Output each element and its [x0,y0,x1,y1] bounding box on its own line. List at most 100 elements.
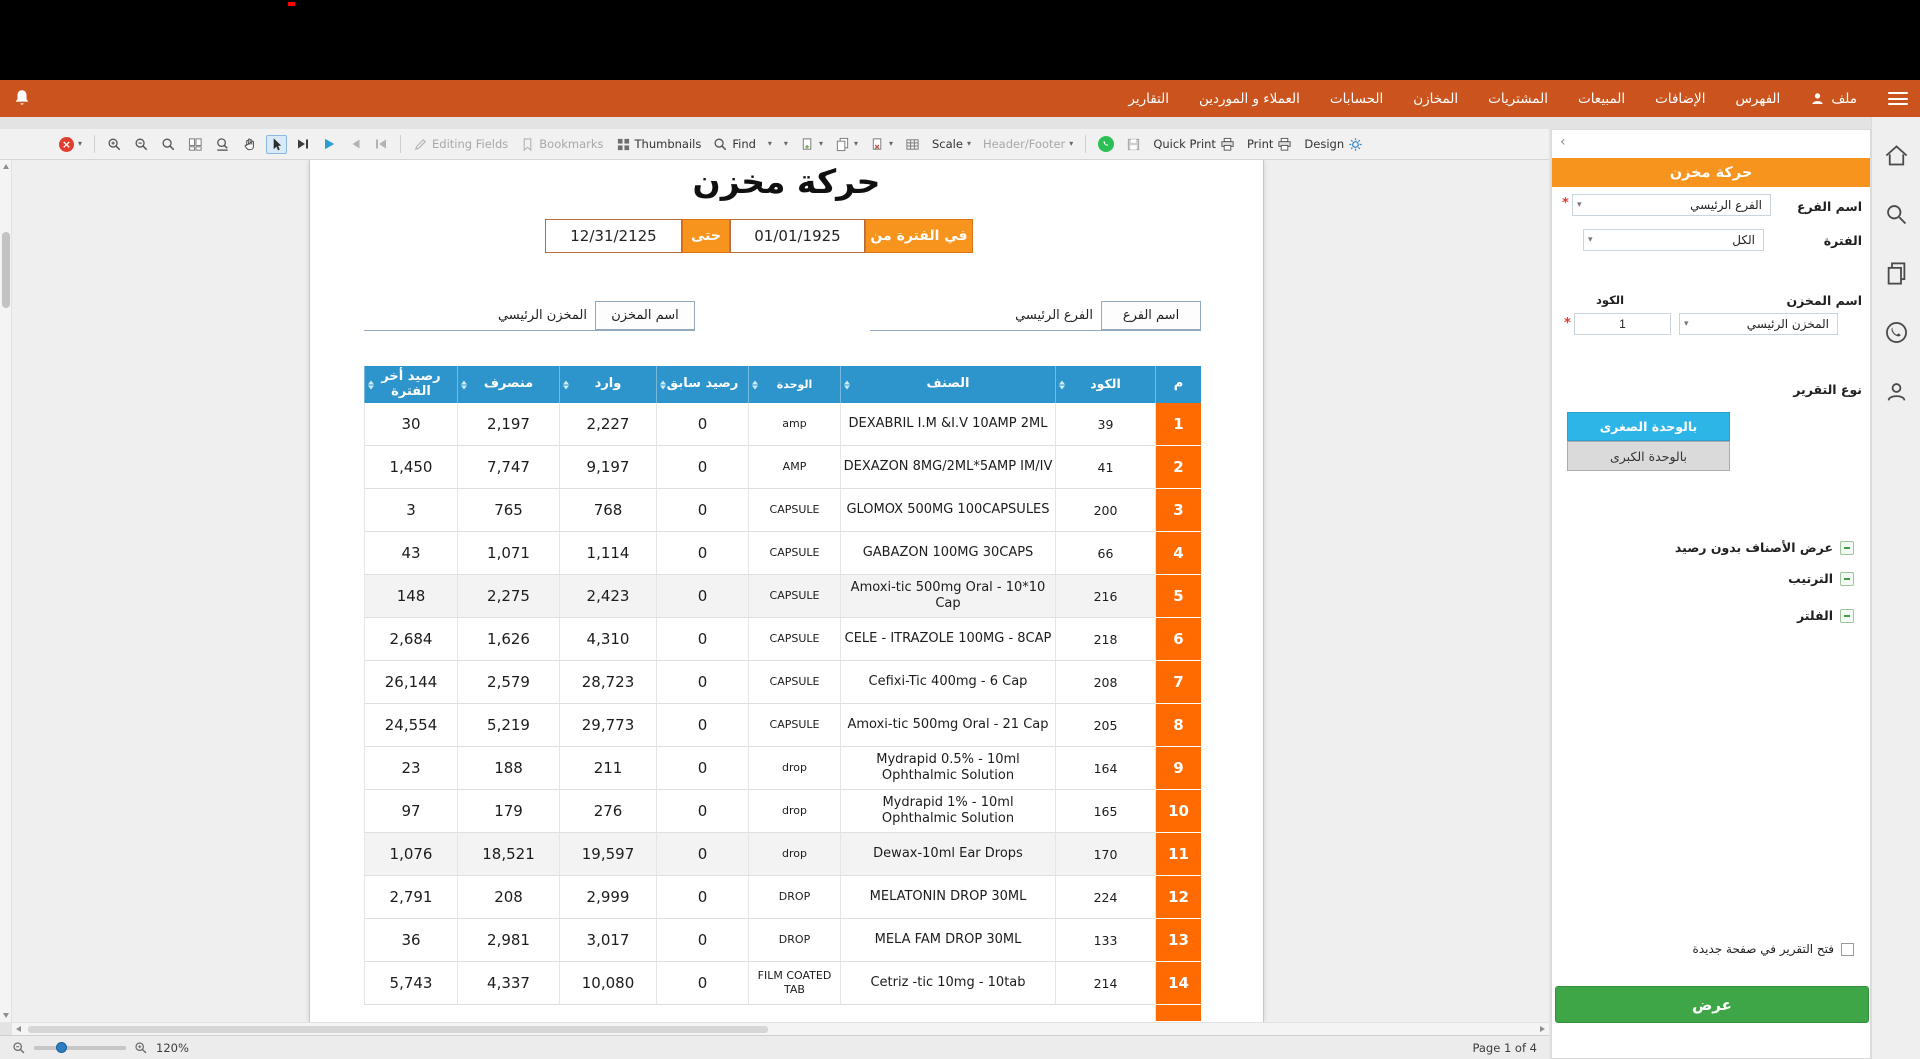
zoom-in-icon[interactable] [134,1041,148,1055]
next-page-button[interactable] [293,135,313,153]
open-new-page-checkbox[interactable] [1841,943,1854,956]
home-icon [1883,142,1910,169]
table-row: 10165Mydrapid 1% - 10ml Ophthalmic Solut… [364,790,1201,833]
scroll-down-arrow[interactable] [3,1013,9,1018]
menu-item-reports[interactable]: التقارير [1113,80,1184,117]
new-page-button[interactable]: ▾ [797,135,826,154]
menu-item-file[interactable]: ملف [1795,80,1872,117]
quick-print-button[interactable]: Quick Print [1150,135,1238,154]
tab-branch-name[interactable]: اسم الفرع [1101,301,1201,330]
cell-prev_balance: 0 [656,790,748,833]
print-label: Print [1247,137,1273,151]
column-header-num[interactable]: م [1155,366,1201,403]
save-floppy-icon [1126,137,1141,152]
find-button[interactable]: Find [710,135,759,154]
column-header-label: الصنف [927,377,970,392]
menu-item-accounts[interactable]: الحسابات [1315,80,1398,117]
copy-page-button[interactable]: ▾ [832,135,861,154]
code-input[interactable] [1574,313,1671,335]
zoom-slider[interactable] [34,1046,126,1050]
first-page-button[interactable] [371,135,391,153]
zoom-out-button[interactable] [131,135,152,154]
documents-button[interactable] [1883,260,1910,287]
column-header-item[interactable]: الصنف [840,366,1055,403]
close-preview-button[interactable]: × ▾ [56,135,85,154]
zoom-in-button[interactable] [104,135,125,154]
column-header-incoming[interactable]: وارد [559,366,656,403]
cell-outgoing: 7,747 [457,446,559,489]
tab-warehouse-name[interactable]: اسم المخزن [595,301,695,330]
branch-select[interactable]: الفرع الرئيسي ▾ [1572,194,1771,216]
report-canvas: حركة مخزن في الفترة من 01/01/1925 حتى 12… [12,160,1549,1022]
previous-page-button[interactable] [345,135,365,153]
menu-item-index[interactable]: الفهرس [1720,80,1795,117]
menu-item-label: ملف [1831,91,1857,107]
scale-label: Scale [932,137,963,151]
page-options-caret-button[interactable]: ▾ [781,138,791,150]
menu-item-addons[interactable]: الإضافات [1640,80,1720,117]
zoom-tool-button[interactable] [158,135,179,154]
zoom-out-icon[interactable] [12,1041,26,1055]
cell-num [1155,1005,1201,1022]
menu-item-label: المشتريات [1488,91,1548,107]
run-report-button[interactable] [319,135,339,153]
warehouse-select[interactable]: المخزن الرئيسي ▾ [1679,313,1838,335]
scroll-right-arrow[interactable] [1540,1026,1545,1032]
cell-item: GLOMOX 500MG 100CAPSULES [840,489,1055,532]
panel-collapse-chevron[interactable]: › [1560,134,1566,150]
header-footer-button[interactable]: Header/Footer ▾ [980,135,1076,153]
select-tool-button[interactable] [266,135,287,154]
column-header-end_balance[interactable]: رصيد أخر الفترة [364,366,457,403]
whatsapp-button[interactable] [1883,319,1910,346]
whatsapp-share-button[interactable] [1095,134,1117,154]
period-select[interactable]: الكل ▾ [1583,229,1764,251]
collapse-toggle-icon[interactable] [1840,541,1854,555]
cell-end_balance: 43 [364,532,457,575]
menu-item-clients-suppliers[interactable]: العملاء و الموردين [1184,80,1315,117]
collapse-toggle-icon[interactable] [1840,609,1854,623]
cell-incoming: 10,080 [559,962,656,1005]
column-header-code[interactable]: الكود [1055,366,1155,403]
small-unit-button[interactable]: بالوحدة الصغرى [1567,412,1730,441]
bookmarks-button[interactable]: Bookmarks [517,135,606,154]
table-grid-button[interactable] [902,135,923,154]
show-report-button[interactable]: عرض [1555,986,1869,1023]
save-button[interactable] [1123,135,1144,154]
menu-item-warehouses[interactable]: المخازن [1398,80,1473,117]
column-header-unit[interactable]: الوحدة [748,366,840,403]
view-mode-caret-button[interactable]: ▾ [765,138,775,150]
home-button[interactable] [1883,142,1910,169]
thumbnails-button[interactable]: Thumbnails [613,135,705,154]
menu-item-purchases[interactable]: المشتريات [1473,80,1563,117]
header-footer-label: Header/Footer [983,137,1065,151]
caret-down-icon: ▾ [768,140,772,148]
column-header-prev_balance[interactable]: رصيد سابق [656,366,748,403]
menu-item-sales[interactable]: المبيعات [1563,80,1640,117]
editing-fields-button[interactable]: Editing Fields [410,135,511,154]
collapse-toggle-icon[interactable] [1840,572,1854,586]
date-to-label: حتى [682,219,730,253]
cell-incoming: 276 [559,790,656,833]
caret-down-icon: ▾ [1577,200,1582,210]
print-button[interactable]: Print [1244,135,1295,154]
multi-page-view-button[interactable] [185,135,206,154]
horizontal-scrollbar-thumb[interactable] [28,1026,768,1033]
hand-tool-button[interactable] [239,135,260,154]
zoom-slider-thumb[interactable] [56,1042,67,1053]
zoom-page-width-button[interactable] [212,135,233,154]
account-button[interactable] [1883,379,1910,406]
sort-arrows-icon [1059,380,1065,389]
search-button[interactable] [1883,201,1910,228]
vertical-scrollbar-thumb[interactable] [2,232,10,308]
hamburger-menu-button[interactable] [1888,92,1908,105]
large-unit-button[interactable]: بالوحدة الكبرى [1567,441,1730,471]
design-button[interactable]: Design [1301,135,1366,154]
column-header-outgoing[interactable]: منصرف [457,366,559,403]
delete-page-button[interactable]: ▾ [867,135,896,154]
scroll-up-arrow[interactable] [3,164,9,169]
caret-down-icon: ▾ [1069,140,1073,148]
zoom-percentage: 120% [156,1041,189,1055]
notifications-bell-icon[interactable] [12,88,32,109]
scale-button[interactable]: Scale▾ [929,135,974,153]
scroll-left-arrow[interactable] [16,1026,21,1032]
